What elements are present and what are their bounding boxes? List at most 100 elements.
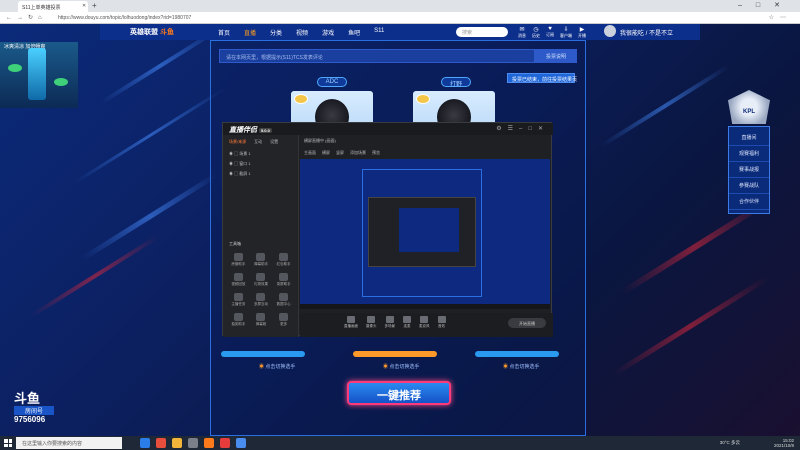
logo-main: 英雄联盟	[130, 29, 158, 36]
toolbar-label: 音效	[438, 324, 445, 328]
system-clock[interactable]: 15:02 2021/10/8	[774, 438, 794, 448]
toolbar-item[interactable]: 音效	[437, 316, 446, 337]
tool-item[interactable]: 弹幕助手	[250, 253, 273, 267]
scene-item[interactable]: ◉ ▢ 场景 1	[223, 149, 298, 159]
tool-item[interactable]: 更多	[272, 313, 295, 327]
window-controls[interactable]: –□✕	[738, 1, 794, 9]
chrome-icon[interactable]	[156, 438, 166, 448]
tool-item[interactable]: 数据中心	[272, 293, 295, 307]
preview-taskbar	[300, 304, 550, 309]
folder-icon[interactable]	[172, 438, 182, 448]
switch-player-link[interactable]: 点击切换选手	[259, 363, 295, 370]
tool-item[interactable]: 主播任务	[227, 293, 250, 307]
tool-item[interactable]: 弹幕姬	[250, 313, 273, 327]
notice-input[interactable]: 请在本网页里，根据提示(S11)TCS发表评论	[219, 49, 535, 63]
app-icon[interactable]	[188, 438, 198, 448]
screen: S11上单英雄投票 ✕ + –□✕ ←→↻⌂ https://www.douyu…	[0, 0, 800, 450]
broadcast-button[interactable]: ▶ 开播	[578, 26, 586, 39]
preview-tab[interactable]: 主画面	[304, 150, 316, 156]
message-button[interactable]: ✉ 消息	[518, 26, 526, 39]
tool-icon	[233, 313, 243, 321]
switch-player-link[interactable]: 点击切换选手	[383, 363, 419, 370]
history-button[interactable]: ◷ 历史	[532, 26, 540, 39]
nav-arrows-icon[interactable]: ←→↻⌂	[6, 14, 47, 21]
leaf-icon	[54, 78, 68, 86]
toolbar-item[interactable]: 麦克风	[419, 316, 430, 337]
close-tab-icon[interactable]: ✕	[82, 3, 86, 9]
kpl-menu-item[interactable]: 直播间	[729, 130, 769, 146]
nav-item[interactable]: 分类	[270, 28, 282, 37]
tool-label: 更多	[280, 322, 288, 326]
role-label-jungle: 打野	[441, 77, 471, 88]
scene-item[interactable]: ◉ ▢ 截屏 1	[223, 169, 298, 179]
nav-item[interactable]: 游戏	[322, 28, 334, 37]
url-field[interactable]: https://www.douyu.com/topic/lolhuodong/i…	[58, 15, 191, 21]
header-search-input[interactable]: 搜索	[456, 27, 508, 37]
kpl-menu-item[interactable]: 观赛福利	[729, 146, 769, 162]
client-button[interactable]: ⇩ 客户端	[560, 26, 572, 39]
nav-item[interactable]: 直播	[244, 28, 256, 37]
tool-item[interactable]: 抽奖助手	[227, 313, 250, 327]
logo-accent: 斗鱼	[159, 29, 174, 36]
toolbar-item[interactable]: 连麦	[403, 316, 411, 337]
kpl-menu-item[interactable]: 参赛战队	[729, 178, 769, 194]
username[interactable]: 我很能吃 / 不是不立	[620, 28, 673, 37]
kpl-logo[interactable]: KPL	[728, 90, 770, 124]
nav-item[interactable]: 首页	[218, 28, 230, 37]
scene-label: 截屏 1	[239, 171, 251, 176]
app-window-controls[interactable]: ⚙☰–□✕	[496, 125, 549, 132]
tool-item[interactable]: 多屏互动	[250, 293, 273, 307]
preview-tab[interactable]: 预览	[372, 150, 380, 156]
vote-result-button[interactable]: 投票已结束，前往投票结果页	[507, 73, 577, 83]
tool-label: 视频回放	[231, 282, 246, 286]
kpl-menu-item[interactable]: 合作伙伴	[729, 194, 769, 210]
tool-item[interactable]: 视频回放	[227, 273, 250, 287]
windows-start-icon[interactable]	[4, 439, 12, 447]
windows-taskbar: 在这里输入你要搜索的内容 30°C 多云 15:02 2021/10/8	[0, 436, 800, 450]
app-version: 5.0.0	[258, 128, 272, 133]
tab-settings[interactable]: 设置	[270, 139, 278, 145]
preview-tab[interactable]: 横屏	[322, 150, 330, 156]
nav-item[interactable]: S11	[374, 28, 384, 37]
tool-item[interactable]: 录屏助手	[272, 273, 295, 287]
follow-button[interactable]: ♥ 订阅	[546, 26, 554, 39]
preview-tab[interactable]: 添加场景	[350, 150, 366, 156]
taskbar-search-input[interactable]: 在这里输入你要搜索的内容	[16, 437, 122, 449]
one-key-recommend-button[interactable]: 一键推荐	[347, 381, 451, 405]
nav-item[interactable]: 视频	[296, 28, 308, 37]
browser-tab[interactable]: S11上单英雄投票	[18, 1, 88, 12]
toolbar-item[interactable]: 直播画面	[344, 316, 358, 337]
kpl-menu-item[interactable]: 赛事战报	[729, 162, 769, 178]
tool-label: 房管助手	[231, 262, 246, 266]
tab-scenes[interactable]: 场景/来源	[229, 139, 246, 145]
switch-player-link[interactable]: 点击切换选手	[503, 363, 539, 370]
app-name: 直播伴侣	[229, 127, 257, 134]
team-badge-icon	[294, 94, 308, 104]
preview-tab[interactable]: 竖屏	[336, 150, 344, 156]
notice-button[interactable]: 投票说明	[535, 49, 577, 63]
tools-title: 工具箱	[229, 241, 241, 246]
room-label: 房间号	[14, 406, 54, 415]
toolbar-item[interactable]: 多场景	[385, 316, 395, 337]
start-live-button[interactable]: 开始直播	[508, 318, 546, 328]
toolbar-item[interactable]: 摄像头	[366, 316, 377, 337]
toolbar-label: 麦克风	[419, 324, 430, 328]
tool-icon	[256, 253, 266, 261]
app-icon[interactable]	[220, 438, 230, 448]
ad-overlay: 冰爽清凉 加倍畅爽	[0, 42, 78, 108]
scene-item[interactable]: ◉ ▢ 窗口 1	[223, 159, 298, 169]
tool-item[interactable]: 礼物效果	[250, 273, 273, 287]
tab-interact[interactable]: 互动	[254, 139, 262, 145]
edge-icon[interactable]	[140, 438, 150, 448]
nav-item[interactable]: 鱼吧	[348, 28, 360, 37]
avatar[interactable]	[604, 25, 616, 37]
new-tab-icon[interactable]: +	[92, 1, 97, 10]
site-logo[interactable]: 英雄联盟 斗鱼	[130, 27, 174, 37]
streaming-app-icon[interactable]	[204, 438, 214, 448]
tool-item[interactable]: 红包助手	[272, 253, 295, 267]
kpl-side-nav: KPL 直播间 观赛福利 赛事战报 参赛战队 合作伙伴	[728, 90, 770, 238]
app-icon[interactable]	[236, 438, 246, 448]
tool-item[interactable]: 房管助手	[227, 253, 250, 267]
weather-widget[interactable]: 30°C 多云	[720, 440, 740, 446]
browser-tools-icon[interactable]: ☆⋯	[769, 14, 792, 21]
